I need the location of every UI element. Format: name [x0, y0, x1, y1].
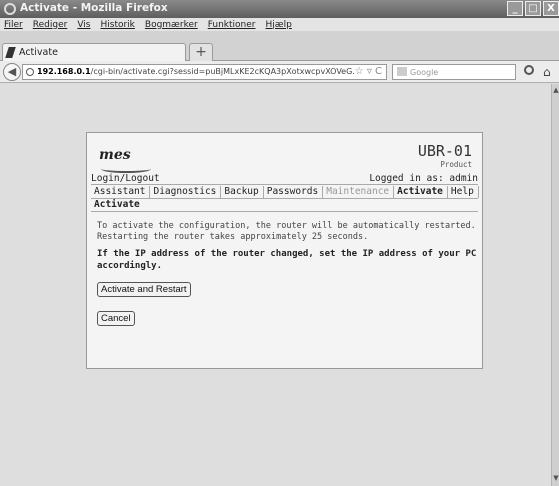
window-title-bar: Activate - Mozilla Firefox _ □ X — [0, 0, 559, 18]
menu-hjaelp[interactable]: Hjælp — [266, 20, 292, 30]
navigation-bar: ◀ 192.168.0.1/cgi-bin/activate.cgi?sessi… — [0, 61, 559, 83]
bookmark-reload-icons[interactable]: ☆ ▿ C — [355, 66, 382, 77]
menu-historik[interactable]: Historik — [100, 20, 134, 30]
model-block: UBR-01 Product — [418, 142, 472, 169]
home-icon[interactable]: ⌂ — [543, 66, 551, 78]
model-sub: Product — [440, 160, 472, 169]
new-tab-button[interactable]: + — [189, 43, 213, 61]
window-controls: _ □ X — [507, 1, 559, 16]
menu-bar: Filer Rediger Vis Historik Bogmærker Fun… — [0, 18, 559, 31]
section-title: Activate — [91, 199, 478, 212]
window-title: Activate - Mozilla Firefox — [20, 2, 168, 14]
url-bar[interactable]: 192.168.0.1/cgi-bin/activate.cgi?sessid=… — [22, 64, 387, 80]
router-nav-tabs: Assistant Diagnostics Backup Passwords M… — [91, 186, 479, 199]
back-button[interactable]: ◀ — [3, 63, 21, 81]
logged-in-status: Logged in as: admin — [369, 173, 478, 184]
logo-text: mes — [99, 147, 131, 163]
router-panel: mes UBR-01 Product Login/Logout Logged i… — [86, 132, 483, 369]
logo-swoosh — [101, 165, 151, 173]
nav-tab-activate[interactable]: Activate — [394, 186, 448, 198]
vertical-scrollbar[interactable]: ▲ ▼ — [551, 84, 559, 486]
tab-label: Activate — [19, 47, 58, 58]
favicon-icon — [5, 47, 16, 58]
tab-strip: Activate + — [0, 31, 559, 61]
tab-activate[interactable]: Activate — [2, 43, 186, 61]
close-button[interactable]: X — [543, 1, 559, 16]
scroll-up-icon[interactable]: ▲ — [552, 86, 559, 96]
menu-funktioner[interactable]: Funktioner — [208, 20, 256, 30]
search-placeholder: Google — [410, 68, 439, 77]
menu-filer[interactable]: Filer — [4, 20, 23, 30]
nav-tab-diagnostics[interactable]: Diagnostics — [150, 186, 222, 198]
search-input[interactable]: Google — [392, 64, 516, 80]
nav-tab-passwords[interactable]: Passwords — [264, 186, 324, 198]
nav-tab-assistant[interactable]: Assistant — [91, 186, 151, 198]
menu-rediger[interactable]: Rediger — [33, 20, 68, 30]
nav-tab-backup[interactable]: Backup — [221, 186, 264, 198]
brand-logo: mes — [99, 145, 159, 175]
scroll-down-icon[interactable]: ▼ — [552, 474, 559, 484]
menu-bogmaerker[interactable]: Bogmærker — [145, 20, 198, 30]
menu-vis[interactable]: Vis — [77, 20, 90, 30]
url-host: 192.168.0.1 — [37, 67, 91, 76]
model-name: UBR-01 — [417, 142, 472, 160]
restart-info-text: To activate the configuration, the route… — [97, 221, 476, 242]
minimize-button[interactable]: _ — [507, 1, 523, 16]
nav-tab-maintenance: Maintenance — [323, 186, 395, 198]
search-icon[interactable] — [524, 65, 534, 75]
login-row: Login/Logout Logged in as: admin — [91, 173, 478, 185]
login-logout-link[interactable]: Login/Logout — [91, 173, 160, 184]
maximize-button[interactable]: □ — [525, 1, 541, 16]
globe-icon — [26, 68, 34, 76]
cancel-button[interactable]: Cancel — [97, 311, 135, 326]
firefox-icon — [4, 3, 16, 15]
search-engine-icon[interactable] — [397, 67, 407, 76]
nav-tab-help[interactable]: Help — [448, 186, 479, 198]
activate-and-restart-button[interactable]: Activate and Restart — [97, 282, 191, 297]
page-content: mes UBR-01 Product Login/Logout Logged i… — [0, 84, 551, 486]
url-path: /cgi-bin/activate.cgi?sessid=puBjMLxKE2c… — [90, 67, 355, 76]
ip-warning-text: If the IP address of the router changed,… — [97, 249, 477, 271]
